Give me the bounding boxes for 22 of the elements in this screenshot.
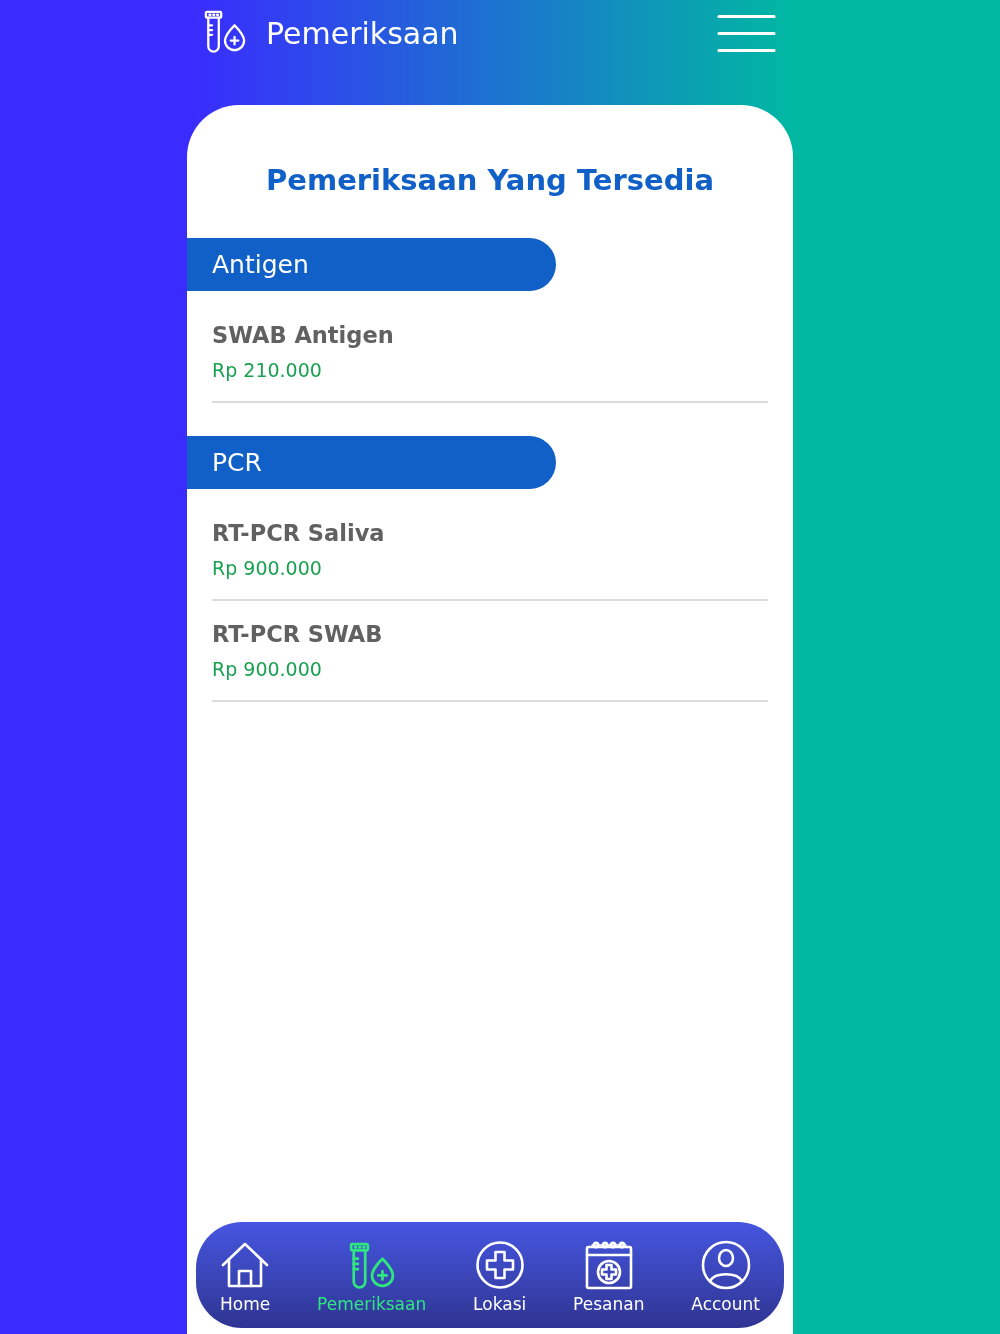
house-icon	[220, 1240, 271, 1290]
test-tube-drop-icon	[204, 10, 246, 54]
test-name: SWAB Antigen	[212, 321, 394, 350]
nav-tab[interactable]: Pemeriksaan	[317, 1242, 427, 1316]
test-name: RT-PCR SWAB	[212, 620, 383, 649]
nav-tab[interactable]: Pesanan	[573, 1240, 645, 1316]
page-title: Pemeriksaan Yang Tersedia	[266, 162, 714, 199]
menu-icon[interactable]	[717, 14, 776, 54]
calendar-plus-icon	[583, 1240, 634, 1290]
category-header: PCR	[187, 436, 556, 489]
test-tube-drop-icon	[348, 1242, 395, 1290]
test-price: Rp 900.000	[212, 556, 322, 581]
user-circle-icon	[700, 1240, 751, 1290]
plus-circle-icon	[474, 1240, 525, 1290]
test-price: Rp 210.000	[212, 358, 322, 383]
nav-tab[interactable]: Lokasi	[473, 1240, 527, 1316]
test-name: RT-PCR Saliva	[212, 519, 385, 548]
nav-tab[interactable]: Account	[691, 1240, 760, 1316]
test-price: Rp 900.000	[212, 657, 322, 682]
nav-tab[interactable]: Home	[220, 1240, 271, 1316]
header-title: Pemeriksaan	[266, 15, 459, 53]
category-header: Antigen	[187, 238, 556, 291]
